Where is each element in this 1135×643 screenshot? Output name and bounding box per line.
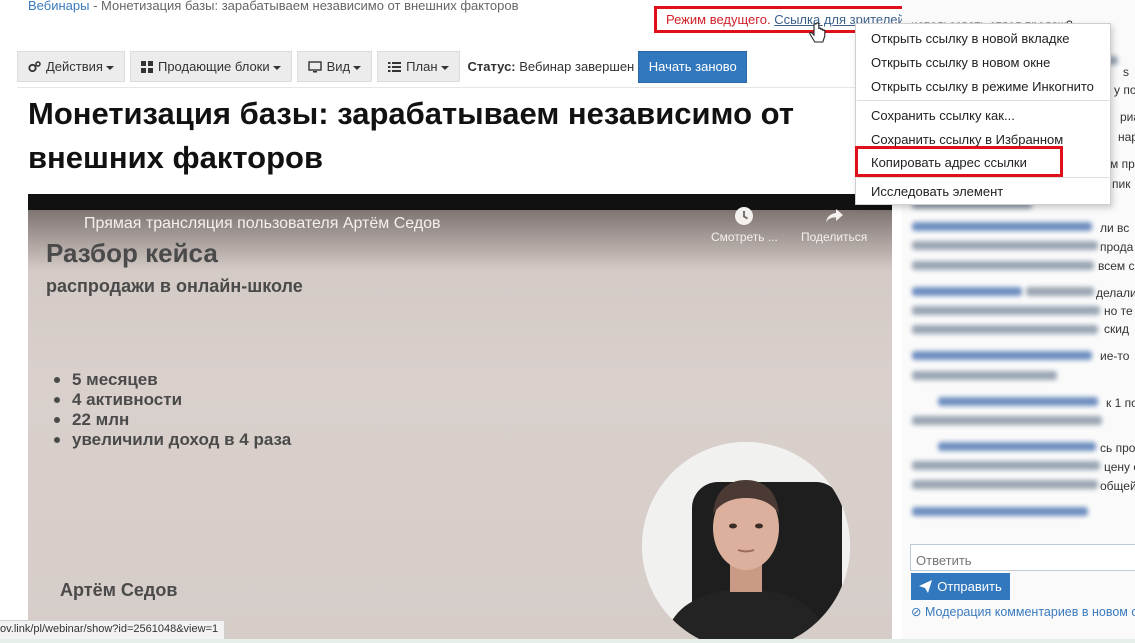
chat-text-fragment: общей — [1100, 479, 1135, 493]
stream-title[interactable]: Прямая трансляция пользователя Артём Сед… — [84, 215, 441, 233]
watch-later-label: Смотреть ... — [711, 230, 778, 244]
breadcrumb: Вебинары - Монетизация базы: зарабатывае… — [28, 0, 519, 13]
blurred-text — [912, 261, 1094, 270]
selling-blocks-label: Продающие блоки — [157, 59, 270, 74]
clock-icon — [735, 207, 754, 225]
menu-inspect-element[interactable]: Исследовать элемент — [871, 184, 1003, 199]
status-value: Вебинар завершен — [519, 59, 635, 74]
hand-cursor-icon — [809, 22, 826, 43]
caret-down-icon — [272, 65, 281, 70]
bottom-strip — [0, 639, 1135, 643]
reply-input[interactable] — [910, 544, 1135, 571]
list-icon — [388, 61, 402, 73]
menu-separator — [857, 177, 1109, 178]
blurred-text — [912, 325, 1098, 334]
send-button[interactable]: Отправить — [911, 573, 1010, 600]
breadcrumb-separator: - — [89, 0, 102, 13]
presenter-webcam — [642, 442, 850, 643]
chat-text-fragment: s — [1123, 65, 1129, 79]
caret-down-icon — [440, 65, 449, 70]
slide-bullet: 4 активности — [54, 390, 291, 410]
plan-label: План — [406, 59, 438, 74]
send-label: Отправить — [937, 579, 1002, 594]
copy-link-highlight — [855, 146, 1063, 177]
status-label: Статус: — [467, 59, 516, 74]
caret-down-icon — [105, 65, 114, 70]
paper-plane-icon — [919, 580, 933, 593]
caret-down-icon — [353, 65, 362, 70]
blurred-text — [912, 371, 1057, 380]
video-player[interactable]: Прямая трансляция пользователя Артём Сед… — [28, 194, 892, 643]
blurred-text — [938, 442, 1096, 451]
status-bar-url: ov.link/pl/webinar/show?id=2561048&view=… — [0, 620, 226, 641]
chat-text-fragment: делали — [1096, 286, 1135, 300]
chat-text-fragment: пик — [1112, 177, 1131, 191]
page-title: Монетизация базы: зарабатываем независим… — [28, 96, 794, 175]
toolbar: Действия Продающие блоки Вид План Статус… — [17, 50, 748, 83]
restart-button[interactable]: Начать заново — [638, 50, 748, 83]
slide-bullet: 5 месяцев — [54, 370, 291, 390]
blurred-text — [912, 351, 1092, 360]
blurred-text — [912, 507, 1088, 516]
moderation-link[interactable]: ⊘ Модерация комментариев в новом о — [911, 604, 1135, 619]
chat-text-fragment: риа — [1120, 110, 1135, 124]
share-label: Поделиться — [801, 230, 868, 244]
blurred-text — [938, 397, 1098, 406]
slide-title: Разбор кейса — [46, 238, 218, 268]
share-arrow-icon — [826, 209, 844, 223]
monitor-icon — [307, 60, 322, 73]
blurred-text — [912, 461, 1100, 470]
presenter-name: Артём Седов — [60, 580, 178, 600]
view-label: Вид — [326, 59, 351, 74]
chat-text-fragment: всем с — [1098, 259, 1135, 273]
blurred-text — [1026, 287, 1094, 296]
watch-later-button[interactable]: Смотреть ... — [711, 206, 778, 244]
ban-icon: ⊘ — [911, 605, 922, 619]
grid-icon — [140, 60, 153, 73]
chat-text-fragment: нар — [1118, 130, 1135, 144]
view-dropdown[interactable]: Вид — [296, 51, 373, 82]
menu-open-incognito[interactable]: Открыть ссылку в режиме Инкогнито — [871, 79, 1094, 94]
blurred-text — [912, 306, 1100, 315]
presenter-figure — [642, 442, 850, 643]
chat-text-fragment: ли вс — [1100, 221, 1130, 235]
context-menu: Открыть ссылку в новой вкладке Открыть с… — [855, 23, 1111, 205]
chat-text-fragment: к 1 по — [1106, 396, 1135, 410]
slide-subtitle: распродажи в онлайн-школе — [46, 276, 303, 296]
blurred-text — [912, 241, 1098, 250]
moderation-label: Модерация комментариев в новом о — [924, 605, 1135, 619]
chat-text-fragment: прода — [1100, 240, 1134, 254]
actions-label: Действия — [46, 59, 103, 74]
chat-text-fragment: но те — [1104, 304, 1133, 318]
gears-icon — [28, 60, 41, 73]
divider — [17, 87, 897, 88]
actions-dropdown[interactable]: Действия — [17, 51, 125, 82]
chat-text-fragment: цену с — [1104, 460, 1135, 474]
blurred-text — [912, 416, 1102, 425]
chat-text-fragment: y по — [1114, 83, 1135, 97]
breadcrumb-current: Монетизация базы: зарабатываем независим… — [101, 0, 519, 13]
blurred-text — [912, 480, 1098, 489]
menu-open-new-window[interactable]: Открыть ссылку в новом окне — [871, 55, 1050, 70]
chat-text-fragment: ие-то — [1100, 349, 1130, 363]
chat-text-fragment: м пр — [1110, 157, 1135, 171]
menu-open-new-tab[interactable]: Открыть ссылку в новой вкладке — [871, 31, 1070, 46]
host-mode-label: Режим ведущего. — [666, 12, 771, 27]
menu-save-link-as[interactable]: Сохранить ссылку как... — [871, 108, 1015, 123]
webinar-status: Статус: Вебинар завершен — [468, 59, 635, 74]
menu-separator — [857, 100, 1109, 101]
menu-save-to-favorites[interactable]: Сохранить ссылку в Избранном — [871, 132, 1063, 147]
breadcrumb-webinars-link[interactable]: Вебинары — [28, 0, 89, 13]
share-button[interactable]: Поделиться — [801, 206, 867, 244]
slide-bullet: увеличили доход в 4 раза — [54, 430, 291, 450]
selling-blocks-dropdown[interactable]: Продающие блоки — [129, 51, 292, 82]
plan-dropdown[interactable]: План — [377, 51, 460, 82]
blurred-text — [912, 287, 1022, 296]
blurred-text — [912, 222, 1092, 231]
chat-text-fragment: скид — [1104, 322, 1129, 336]
slide-bullets: 5 месяцев 4 активности 22 млн увеличили … — [54, 370, 291, 450]
slide-bullet: 22 млн — [54, 410, 291, 430]
chat-text-fragment: сь про — [1100, 441, 1135, 455]
